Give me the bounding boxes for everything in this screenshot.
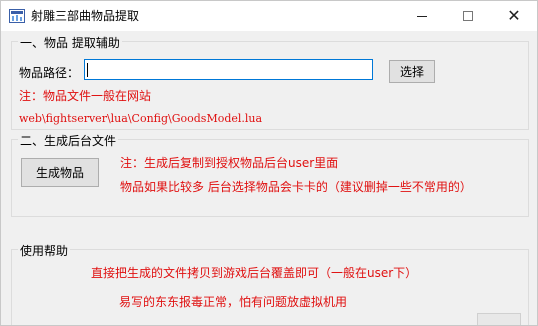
extract-helper-legend: 一、物品 提取辅助 (18, 34, 122, 51)
window-title: 射雕三部曲物品提取 (31, 9, 140, 23)
performance-note: 物品如果比较多 后台选择物品会卡卡的（建议删掉一些不常用的） (120, 180, 472, 194)
help-antivirus-note: 易写的东东报毒正常，怕有问题放虚拟机用 (119, 295, 348, 309)
minimize-icon (417, 15, 427, 17)
generate-note: 注：生成后复制到授权物品后台user里面 (120, 156, 339, 170)
title-bar[interactable]: 射雕三部曲物品提取 ✕ (1, 1, 537, 31)
main-window: 射雕三部曲物品提取 ✕ 一、物品 提取辅助 物品路径： 选择 注：物品文件一般在… (0, 0, 538, 326)
maximize-icon (463, 11, 473, 21)
item-path-label: 物品路径： (19, 66, 80, 80)
browse-button[interactable]: 选择 (389, 60, 435, 83)
generate-items-button[interactable]: 生成物品 (21, 158, 99, 187)
bottom-edge-control (477, 313, 521, 325)
usage-help-group: 使用帮助 (11, 242, 529, 325)
maximize-button[interactable] (445, 1, 491, 31)
item-path-input[interactable] (84, 59, 373, 80)
close-button[interactable]: ✕ (491, 1, 537, 31)
generate-backend-legend: 二、生成后台文件 (18, 132, 119, 149)
app-icon (9, 9, 25, 23)
minimize-button[interactable] (399, 1, 445, 31)
item-file-note: 注：物品文件一般在网站 (19, 89, 152, 103)
usage-help-legend: 使用帮助 (18, 242, 71, 259)
text-caret (87, 63, 88, 77)
close-icon: ✕ (507, 6, 521, 25)
item-file-path-note: web\fightserver\lua\Config\GoodsModel.lu… (19, 112, 263, 125)
help-copy-instruction: 直接把生成的文件拷贝到游戏后台覆盖即可（一般在user下） (91, 266, 418, 280)
